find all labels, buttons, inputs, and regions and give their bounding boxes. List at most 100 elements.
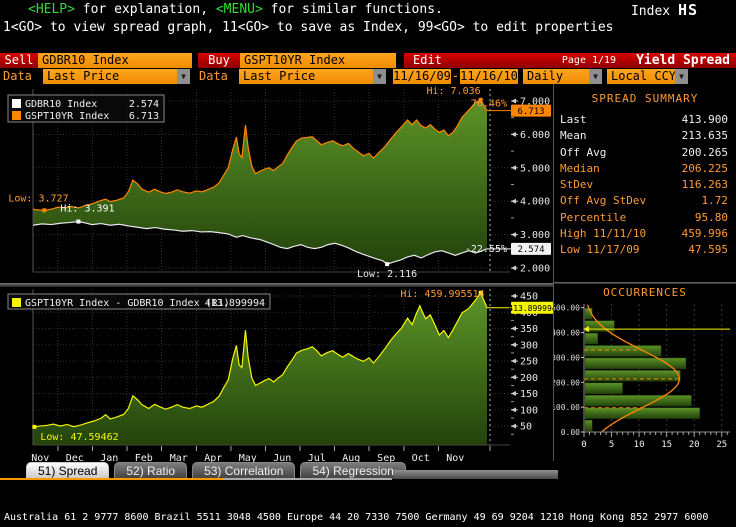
summary-row: High 11/11/10 459.996 bbox=[554, 226, 736, 242]
svg-text:500.00: 500.00 bbox=[554, 304, 580, 313]
svg-text:2.000: 2.000 bbox=[520, 264, 550, 275]
sell-ticker-field[interactable]: GDBR10 Index bbox=[38, 53, 192, 68]
chevron-down-icon[interactable]: ▼ bbox=[373, 69, 386, 84]
header-line1-end: for similar functions. bbox=[262, 2, 443, 17]
svg-text:Hi: 3.391: Hi: 3.391 bbox=[60, 204, 114, 215]
summary-row: Off Avg 200.265 bbox=[554, 145, 736, 161]
tab-regression[interactable]: 54) Regression bbox=[300, 462, 406, 479]
active-tab-underline bbox=[0, 478, 224, 480]
tab-correlation[interactable]: 53) Correlation bbox=[192, 462, 296, 479]
summary-row: Percentile 95.80 bbox=[554, 210, 736, 226]
svg-text:300.00: 300.00 bbox=[554, 353, 580, 362]
svg-text:450: 450 bbox=[520, 292, 538, 303]
svg-text:400.00: 400.00 bbox=[554, 329, 580, 338]
tab-ratio[interactable]: 52) Ratio bbox=[114, 462, 188, 479]
svg-text:15: 15 bbox=[661, 440, 672, 450]
chevron-down-icon[interactable]: ▼ bbox=[589, 69, 602, 84]
svg-text:250: 250 bbox=[520, 357, 538, 368]
security-type-and-function: Index HS bbox=[631, 1, 698, 19]
title-bar: Edit Page 1/19 Yield Spread bbox=[404, 53, 736, 68]
summary-label: Last bbox=[560, 113, 587, 126]
summary-value: 213.635 bbox=[681, 129, 728, 143]
right-panel: SPREAD SUMMARY Last 413.900 Mean 213.635 Off… bbox=[554, 84, 736, 461]
currency-select[interactable]: Local CCY bbox=[607, 69, 675, 84]
svg-text:413.899994: 413.899994 bbox=[205, 298, 265, 309]
summary-row: Low 11/17/09 47.595 bbox=[554, 242, 736, 258]
bloomberg-terminal-screen: <HELP> for explanation, <MENU> for simil… bbox=[0, 0, 736, 527]
svg-text:2.574: 2.574 bbox=[129, 99, 159, 110]
occurrences-title: OCCURRENCES bbox=[603, 286, 687, 299]
summary-row: Last 413.900 bbox=[554, 112, 736, 128]
summary-value: 1.72 bbox=[701, 194, 729, 208]
summary-label: Off Avg bbox=[560, 145, 607, 159]
page-title: Yield Spread bbox=[636, 53, 730, 68]
tab-spread[interactable]: 51) Spread bbox=[26, 462, 110, 479]
svg-text:Hi: 7.036: Hi: 7.036 bbox=[426, 86, 480, 97]
svg-text:5.000: 5.000 bbox=[520, 163, 550, 174]
header-line-2: 1<GO> to view spread graph, 11<GO> to sa… bbox=[3, 20, 614, 35]
footer: Australia 61 2 9777 8600 Brazil 5511 304… bbox=[4, 487, 720, 527]
spread-summary-title: SPREAD SUMMARY bbox=[591, 92, 699, 105]
help-tag[interactable]: <HELP> bbox=[28, 2, 75, 17]
spread-summary-table: Last 413.900 Mean 213.635 Off Avg 200.265 Medi… bbox=[554, 112, 736, 259]
summary-label: Mean bbox=[560, 129, 587, 143]
svg-text:150: 150 bbox=[520, 389, 538, 400]
buy-button[interactable]: Buy bbox=[198, 53, 240, 68]
period-select[interactable]: Daily bbox=[523, 69, 589, 84]
sell-button[interactable]: Sell bbox=[0, 53, 38, 68]
svg-text:Hi: 459.995514: Hi: 459.995514 bbox=[400, 289, 484, 300]
chevron-down-icon[interactable]: ▼ bbox=[177, 69, 190, 84]
svg-text:GDBR10 Index: GDBR10 Index bbox=[25, 99, 97, 110]
summary-value: 459.996 bbox=[681, 227, 728, 241]
edit-button[interactable]: Edit bbox=[404, 53, 456, 68]
title-bar-spacer bbox=[456, 53, 562, 68]
summary-label: Percentile bbox=[560, 210, 627, 224]
data-label-2: Data bbox=[199, 69, 228, 83]
svg-text:300: 300 bbox=[520, 340, 538, 351]
summary-value: 95.80 bbox=[694, 210, 728, 224]
svg-text:3.000: 3.000 bbox=[520, 230, 550, 241]
svg-text:5: 5 bbox=[609, 440, 614, 450]
svg-text:Low: 2.116: Low: 2.116 bbox=[357, 269, 417, 280]
svg-text:25: 25 bbox=[716, 440, 727, 450]
svg-text:GSPT10YR Index: GSPT10YR Index bbox=[25, 111, 109, 122]
toolbar-gap bbox=[386, 69, 393, 84]
svg-text:4.000: 4.000 bbox=[520, 197, 550, 208]
svg-text:Oct: Oct bbox=[412, 453, 430, 464]
date-to-field[interactable]: 11/16/10 bbox=[460, 69, 518, 84]
summary-row: StDev 116.263 bbox=[554, 177, 736, 193]
svg-text:10: 10 bbox=[634, 440, 645, 450]
buy-ticker-field[interactable]: GSPT10YR Index bbox=[240, 53, 396, 68]
date-from-field[interactable]: 11/16/09 bbox=[393, 69, 451, 84]
svg-text:50: 50 bbox=[520, 422, 532, 433]
price-type-select-2[interactable]: Last Price bbox=[239, 69, 373, 84]
summary-value: 116.263 bbox=[681, 178, 728, 192]
svg-text:Low: 47.59462: Low: 47.59462 bbox=[40, 432, 118, 443]
footer-line-1: Australia 61 2 9777 8600 Brazil 5511 304… bbox=[4, 512, 709, 523]
svg-text:6.000: 6.000 bbox=[520, 130, 550, 141]
index-label: Index bbox=[630, 4, 678, 19]
chevron-down-icon[interactable]: ▼ bbox=[675, 69, 688, 84]
menu-tag[interactable]: <MENU> bbox=[216, 2, 263, 17]
svg-text:413.899994: 413.899994 bbox=[508, 304, 553, 313]
svg-text:GSPT10YR Index - GDBR10 Index: GSPT10YR Index - GDBR10 Index (R1) bbox=[25, 298, 230, 309]
price-type-select-1[interactable]: Last Price bbox=[43, 69, 177, 84]
top-yield-chart[interactable]: 2.0003.0004.0005.0006.0007.0006.71376.46… bbox=[0, 85, 553, 283]
summary-label: Off Avg StDev bbox=[560, 194, 647, 208]
data-label-1: Data bbox=[3, 69, 32, 83]
svg-text:Nov: Nov bbox=[446, 453, 464, 464]
summary-value: 200.265 bbox=[681, 145, 728, 159]
svg-text:200: 200 bbox=[520, 373, 538, 384]
toolbar-gap bbox=[396, 53, 404, 68]
svg-text:2.574: 2.574 bbox=[517, 245, 544, 255]
summary-value: 206.225 bbox=[681, 161, 728, 175]
spread-chart[interactable]: 50100150200250300350400450413.899994Hi: … bbox=[0, 287, 553, 465]
scroll-handle[interactable] bbox=[393, 470, 558, 479]
security-toolbar: Sell GDBR10 Index Buy GSPT10YR Index Edi… bbox=[0, 53, 736, 68]
legend: GSPT10YR Index - GDBR10 Index (R1)413.89… bbox=[7, 293, 271, 310]
summary-label: Median bbox=[560, 161, 600, 175]
svg-text:350: 350 bbox=[520, 324, 538, 335]
svg-text:100: 100 bbox=[520, 405, 538, 416]
occurrences-chart[interactable]: 0.00 100.00 200.00 300.00 400.00 500.00 0 5 10 15… bbox=[554, 300, 736, 460]
page-indicator: Page 1/19 bbox=[561, 55, 617, 66]
